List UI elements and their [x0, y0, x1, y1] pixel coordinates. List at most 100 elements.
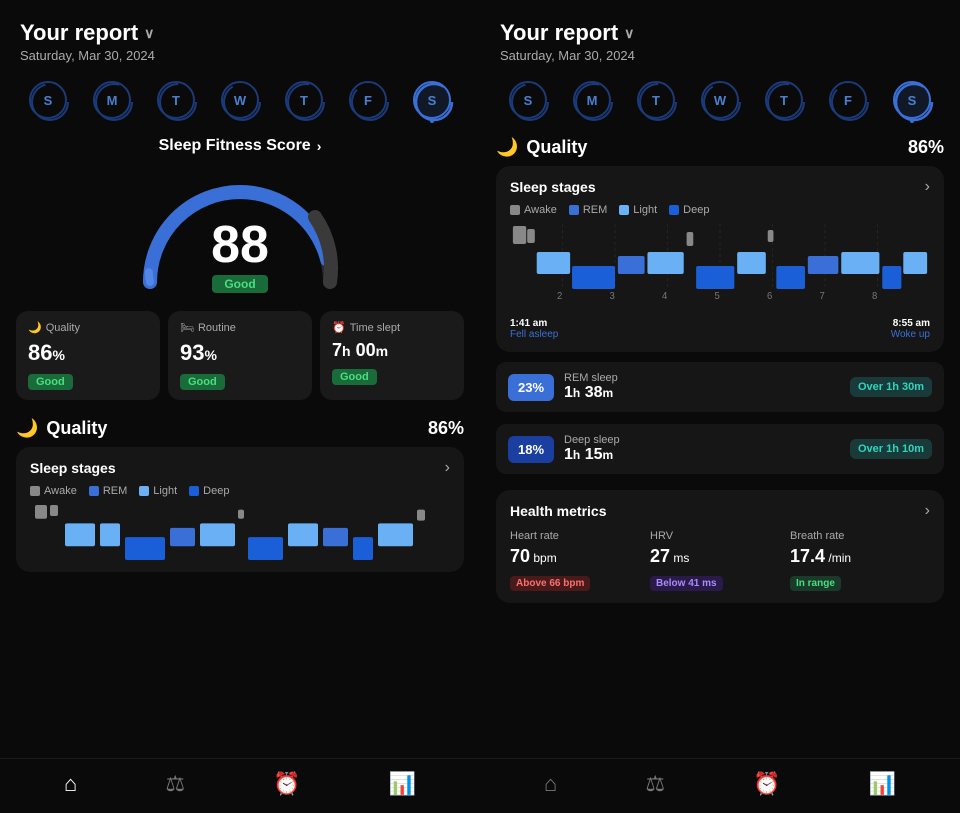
right-scroll-content: 🌙 Quality 86% Sleep stages › Awake: [480, 129, 960, 758]
right-time-end: 8:55 am: [891, 318, 930, 329]
right-stages-arrow[interactable]: ›: [925, 178, 930, 196]
right-header: Your report ∨ Saturday, Mar 30, 2024: [480, 0, 960, 71]
right-panel: Your report ∨ Saturday, Mar 30, 2024 S M…: [480, 0, 960, 813]
metric-quality[interactable]: 🌙Quality 86% Good: [16, 311, 160, 400]
day-sat[interactable]: S: [413, 81, 451, 119]
day-fri[interactable]: F: [349, 81, 387, 119]
metric-time[interactable]: ⏰Time slept 7h 00m Good: [320, 311, 464, 400]
right-day-sat[interactable]: S: [893, 81, 931, 119]
right-nav-scale[interactable]: ⚖: [645, 771, 665, 797]
right-time-end-label: Woke up: [891, 329, 930, 340]
metric-time-badge: Good: [332, 369, 377, 385]
right-health-metrics-row: Heart rate 70 bpm Above 66 bpm HRV 27 ms…: [510, 530, 930, 591]
health-heartrate: Heart rate 70 bpm Above 66 bpm: [510, 530, 650, 591]
left-report-title[interactable]: Your report ∨: [20, 20, 460, 46]
metric-routine[interactable]: 🛏Routine 93% Good: [168, 311, 312, 400]
right-health-arrow[interactable]: ›: [925, 502, 930, 520]
deep-pct: 18%: [508, 436, 554, 463]
left-title-text: Your report: [20, 20, 138, 46]
right-day-sun[interactable]: S: [509, 81, 547, 119]
right-day-thu[interactable]: T: [765, 81, 803, 119]
day-thu[interactable]: T: [285, 81, 323, 119]
right-title-chevron[interactable]: ∨: [624, 25, 634, 42]
deep-badge: Over 1h 10m: [850, 439, 932, 459]
right-stages-card: Sleep stages › Awake REM Light: [496, 166, 944, 352]
right-quality-section: 🌙 Quality 86% Sleep stages › Awake: [480, 129, 960, 358]
right-health-header: Health metrics ›: [510, 502, 930, 520]
nav-alarm[interactable]: ⏰: [273, 771, 300, 797]
fitness-label[interactable]: Sleep Fitness Score ›: [20, 137, 460, 155]
fitness-section: Sleep Fitness Score ›: [0, 129, 480, 159]
gauge-container: 88 Good: [0, 167, 480, 297]
deep-info: Deep sleep 1h 15m: [564, 434, 840, 464]
nav-home[interactable]: ⌂: [64, 771, 77, 797]
health-br-badge: In range: [790, 576, 841, 591]
svg-text:4: 4: [662, 291, 668, 302]
right-stages-title: Sleep stages: [510, 179, 596, 195]
left-quality-title: 🌙 Quality: [16, 418, 107, 439]
day-tue[interactable]: T: [157, 81, 195, 119]
fitness-arrow[interactable]: ›: [317, 138, 322, 154]
left-panel: Your report ∨ Saturday, Mar 30, 2024 S M…: [0, 0, 480, 813]
day-mon[interactable]: M: [93, 81, 131, 119]
left-day-selector: S M T W T: [0, 71, 480, 129]
legend-awake: Awake: [30, 485, 77, 497]
metric-routine-value: 93%: [180, 340, 300, 366]
right-health-section: Health metrics › Heart rate 70 bpm Above…: [480, 490, 960, 611]
deep-section: 18% Deep sleep 1h 15m Over 1h 10m: [480, 424, 960, 490]
health-hr-label: Heart rate: [510, 530, 650, 542]
right-day-wed[interactable]: W: [701, 81, 739, 119]
right-day-tue[interactable]: T: [637, 81, 675, 119]
left-stages-title: Sleep stages: [30, 460, 116, 476]
right-quality-title: 🌙 Quality: [496, 137, 587, 158]
right-report-title[interactable]: Your report ∨: [500, 20, 940, 46]
left-report-date: Saturday, Mar 30, 2024: [20, 48, 460, 63]
legend-rem: REM: [89, 485, 127, 497]
right-day-mon[interactable]: M: [573, 81, 611, 119]
left-quality-header: 🌙 Quality 86%: [16, 418, 464, 439]
right-time-start: 1:41 am: [510, 318, 558, 329]
nav-chart[interactable]: 📊: [389, 771, 416, 797]
deep-bar-row: 18% Deep sleep 1h 15m Over 1h 10m: [496, 424, 944, 474]
right-health-title: Health metrics: [510, 503, 606, 519]
metric-routine-badge: Good: [180, 374, 225, 390]
health-br-label: Breath rate: [790, 530, 930, 542]
rem-pct: 23%: [508, 374, 554, 401]
right-sleep-chart: 2 3 4 5 6 7 8: [510, 224, 930, 314]
svg-text:6: 6: [767, 291, 772, 302]
left-sleep-chart: [30, 505, 450, 560]
rem-section: 23% REM sleep 1h 38m Over 1h 30m: [480, 358, 960, 424]
metric-time-value: 7h 00m: [332, 340, 452, 361]
right-time-start-label: Fell asleep: [510, 329, 558, 340]
gauge-score: 88: [211, 219, 269, 271]
left-title-chevron[interactable]: ∨: [144, 25, 154, 42]
health-hrv-label: HRV: [650, 530, 790, 542]
right-nav-home[interactable]: ⌂: [544, 771, 557, 797]
right-nav-chart[interactable]: 📊: [869, 771, 896, 797]
left-stages-header: Sleep stages ›: [30, 459, 450, 477]
nav-scale[interactable]: ⚖: [165, 771, 185, 797]
left-stages-legend: Awake REM Light Deep: [30, 485, 450, 497]
health-hr-badge: Above 66 bpm: [510, 576, 590, 591]
left-stages-card: Sleep stages › Awake REM Light: [16, 447, 464, 572]
health-br-value: 17.4 /min: [790, 546, 930, 567]
health-hrv: HRV 27 ms Below 41 ms: [650, 530, 790, 591]
svg-text:3: 3: [609, 291, 614, 302]
rem-bar-row: 23% REM sleep 1h 38m Over 1h 30m: [496, 362, 944, 412]
right-bottom-nav: ⌂ ⚖ ⏰ 📊: [480, 758, 960, 813]
legend-deep: Deep: [189, 485, 229, 497]
day-sun[interactable]: S: [29, 81, 67, 119]
right-day-fri[interactable]: F: [829, 81, 867, 119]
right-legend-deep: Deep: [669, 204, 709, 216]
rem-duration: 1h 38m: [564, 384, 840, 402]
right-quality-pct: 86%: [908, 137, 944, 158]
right-stages-legend: Awake REM Light Deep: [510, 204, 930, 216]
rem-type: REM sleep: [564, 372, 840, 384]
right-stages-header: Sleep stages ›: [510, 178, 930, 196]
metric-quality-value: 86%: [28, 340, 148, 366]
deep-duration: 1h 15m: [564, 446, 840, 464]
day-wed[interactable]: W: [221, 81, 259, 119]
right-nav-alarm[interactable]: ⏰: [753, 771, 780, 797]
left-header: Your report ∨ Saturday, Mar 30, 2024: [0, 0, 480, 71]
left-stages-arrow[interactable]: ›: [445, 459, 450, 477]
